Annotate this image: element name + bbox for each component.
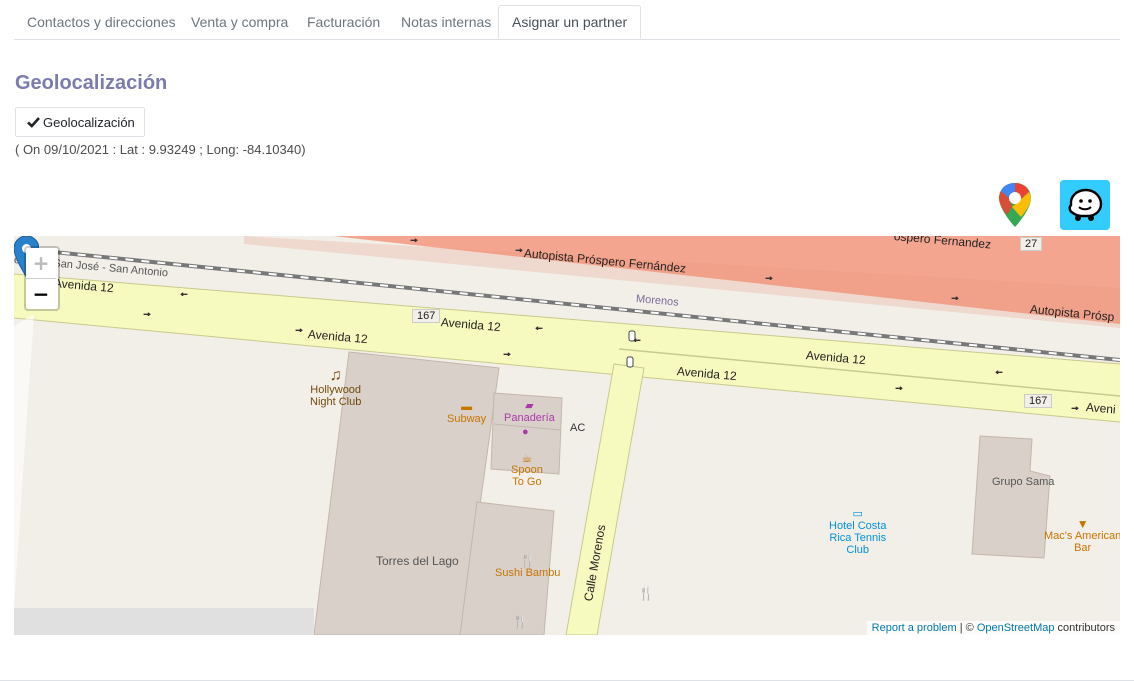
restaurant-icon: 🍴 <box>638 586 655 601</box>
svg-text:→: → <box>294 324 304 335</box>
tab-asignar-partner[interactable]: Asignar un partner <box>498 5 642 39</box>
poi-torres-label: Torres del Lago <box>376 554 459 568</box>
poi-hotel-label: Hotel Costa Rica Tennis Club <box>829 520 887 556</box>
road-shield-167a: 167 <box>412 309 441 323</box>
cafe-icon: ☕ <box>521 451 533 465</box>
svg-text:←: ← <box>994 366 1004 377</box>
zoom-control: + − <box>24 246 60 311</box>
map-attribution: Report a problem | © OpenStreetMap contr… <box>866 621 1120 635</box>
tab-facturacion[interactable]: Facturación <box>294 6 393 38</box>
road-shield-167b: 167 <box>1024 394 1053 408</box>
svg-text:→: → <box>502 348 512 359</box>
map[interactable]: → → → → ← → → ← → → ← → ← Autopista Prós… <box>14 236 1120 635</box>
google-maps-icon[interactable] <box>990 180 1040 230</box>
poi-subway[interactable]: ▬ Subway <box>447 401 486 425</box>
poi-spoon-label: Spoon To Go <box>511 464 543 488</box>
poi-panaderia-label: Panadería <box>504 412 555 424</box>
road-shield-27: 27 <box>1020 237 1043 251</box>
zoom-out-button[interactable]: − <box>26 279 56 309</box>
geolocation-button-label: Geolocalización <box>43 114 135 130</box>
check-icon <box>27 117 40 128</box>
restaurant-icon: 🍴 <box>519 553 536 568</box>
section-title: Geolocalización <box>15 72 168 94</box>
tab-venta-compra[interactable]: Venta y compra <box>178 6 301 38</box>
svg-text:→: → <box>409 236 419 245</box>
svg-text:→: → <box>514 244 524 255</box>
poi-sushi[interactable]: 🍴 Sushi Bambu <box>495 553 561 579</box>
poi-grupo-label: Grupo Sama <box>992 476 1055 488</box>
poi-hotel[interactable]: ▭ Hotel Costa Rica Tennis Club <box>829 508 886 556</box>
svg-text:→: → <box>142 308 152 319</box>
poi-ac-label: AC <box>570 422 586 434</box>
fast-food-icon: ▬ <box>461 401 473 413</box>
zoom-in-button[interactable]: + <box>26 248 56 279</box>
music-icon: ♫ <box>329 367 342 384</box>
grocery-icon: ● <box>522 426 529 438</box>
restaurant-icon: 🍴 <box>512 614 529 629</box>
tab-notas-internas[interactable]: Notas internas <box>388 6 504 38</box>
poi-hollywood[interactable]: ♫ Hollywood Night Club <box>310 367 362 409</box>
tab-contactos[interactable]: Contactos y direcciones <box>14 6 189 38</box>
bakery-icon: ▰ <box>525 400 534 412</box>
report-problem-link[interactable]: Report a problem <box>872 622 957 634</box>
attribution-sep: | © <box>956 622 977 634</box>
poi-macs[interactable]: ▼ Mac's American Bar <box>1044 518 1120 554</box>
svg-text:←: ← <box>632 334 642 345</box>
svg-text:→: → <box>1070 402 1080 413</box>
svg-text:←: ← <box>534 322 544 333</box>
poi-hollywood-label: Hollywood Night Club <box>310 384 362 408</box>
attribution-contributors: contributors <box>1054 622 1115 634</box>
road-label-avenida-f: Aveni <box>1085 400 1117 417</box>
svg-text:←: ← <box>179 288 189 299</box>
svg-text:→: → <box>764 272 774 283</box>
poi-panaderia[interactable]: ▰ Panadería <box>504 400 555 424</box>
poi-macs-label: Mac's American Bar <box>1044 530 1120 554</box>
map-tiles: → → → → ← → → ← → → ← → ← <box>14 236 1120 635</box>
bar-icon: ▼ <box>1076 517 1089 531</box>
poi-spoon[interactable]: ☕ Spoon To Go <box>511 452 543 488</box>
hotel-icon: ▭ <box>852 508 863 520</box>
openstreetmap-link[interactable]: OpenStreetMap <box>977 622 1055 634</box>
geolocation-button[interactable]: Geolocalización <box>15 107 145 137</box>
poi-subway-label: Subway <box>447 413 487 425</box>
svg-text:→: → <box>950 292 960 303</box>
svg-text:→: → <box>894 382 904 393</box>
poi-sushi-label: Sushi Bambu <box>495 567 561 579</box>
waze-icon[interactable] <box>1060 180 1110 230</box>
tab-bar: Contactos y direcciones Venta y compra F… <box>14 0 1120 40</box>
geolocation-info: ( On 09/10/2021 : Lat : 9.93249 ; Long: … <box>15 142 306 157</box>
